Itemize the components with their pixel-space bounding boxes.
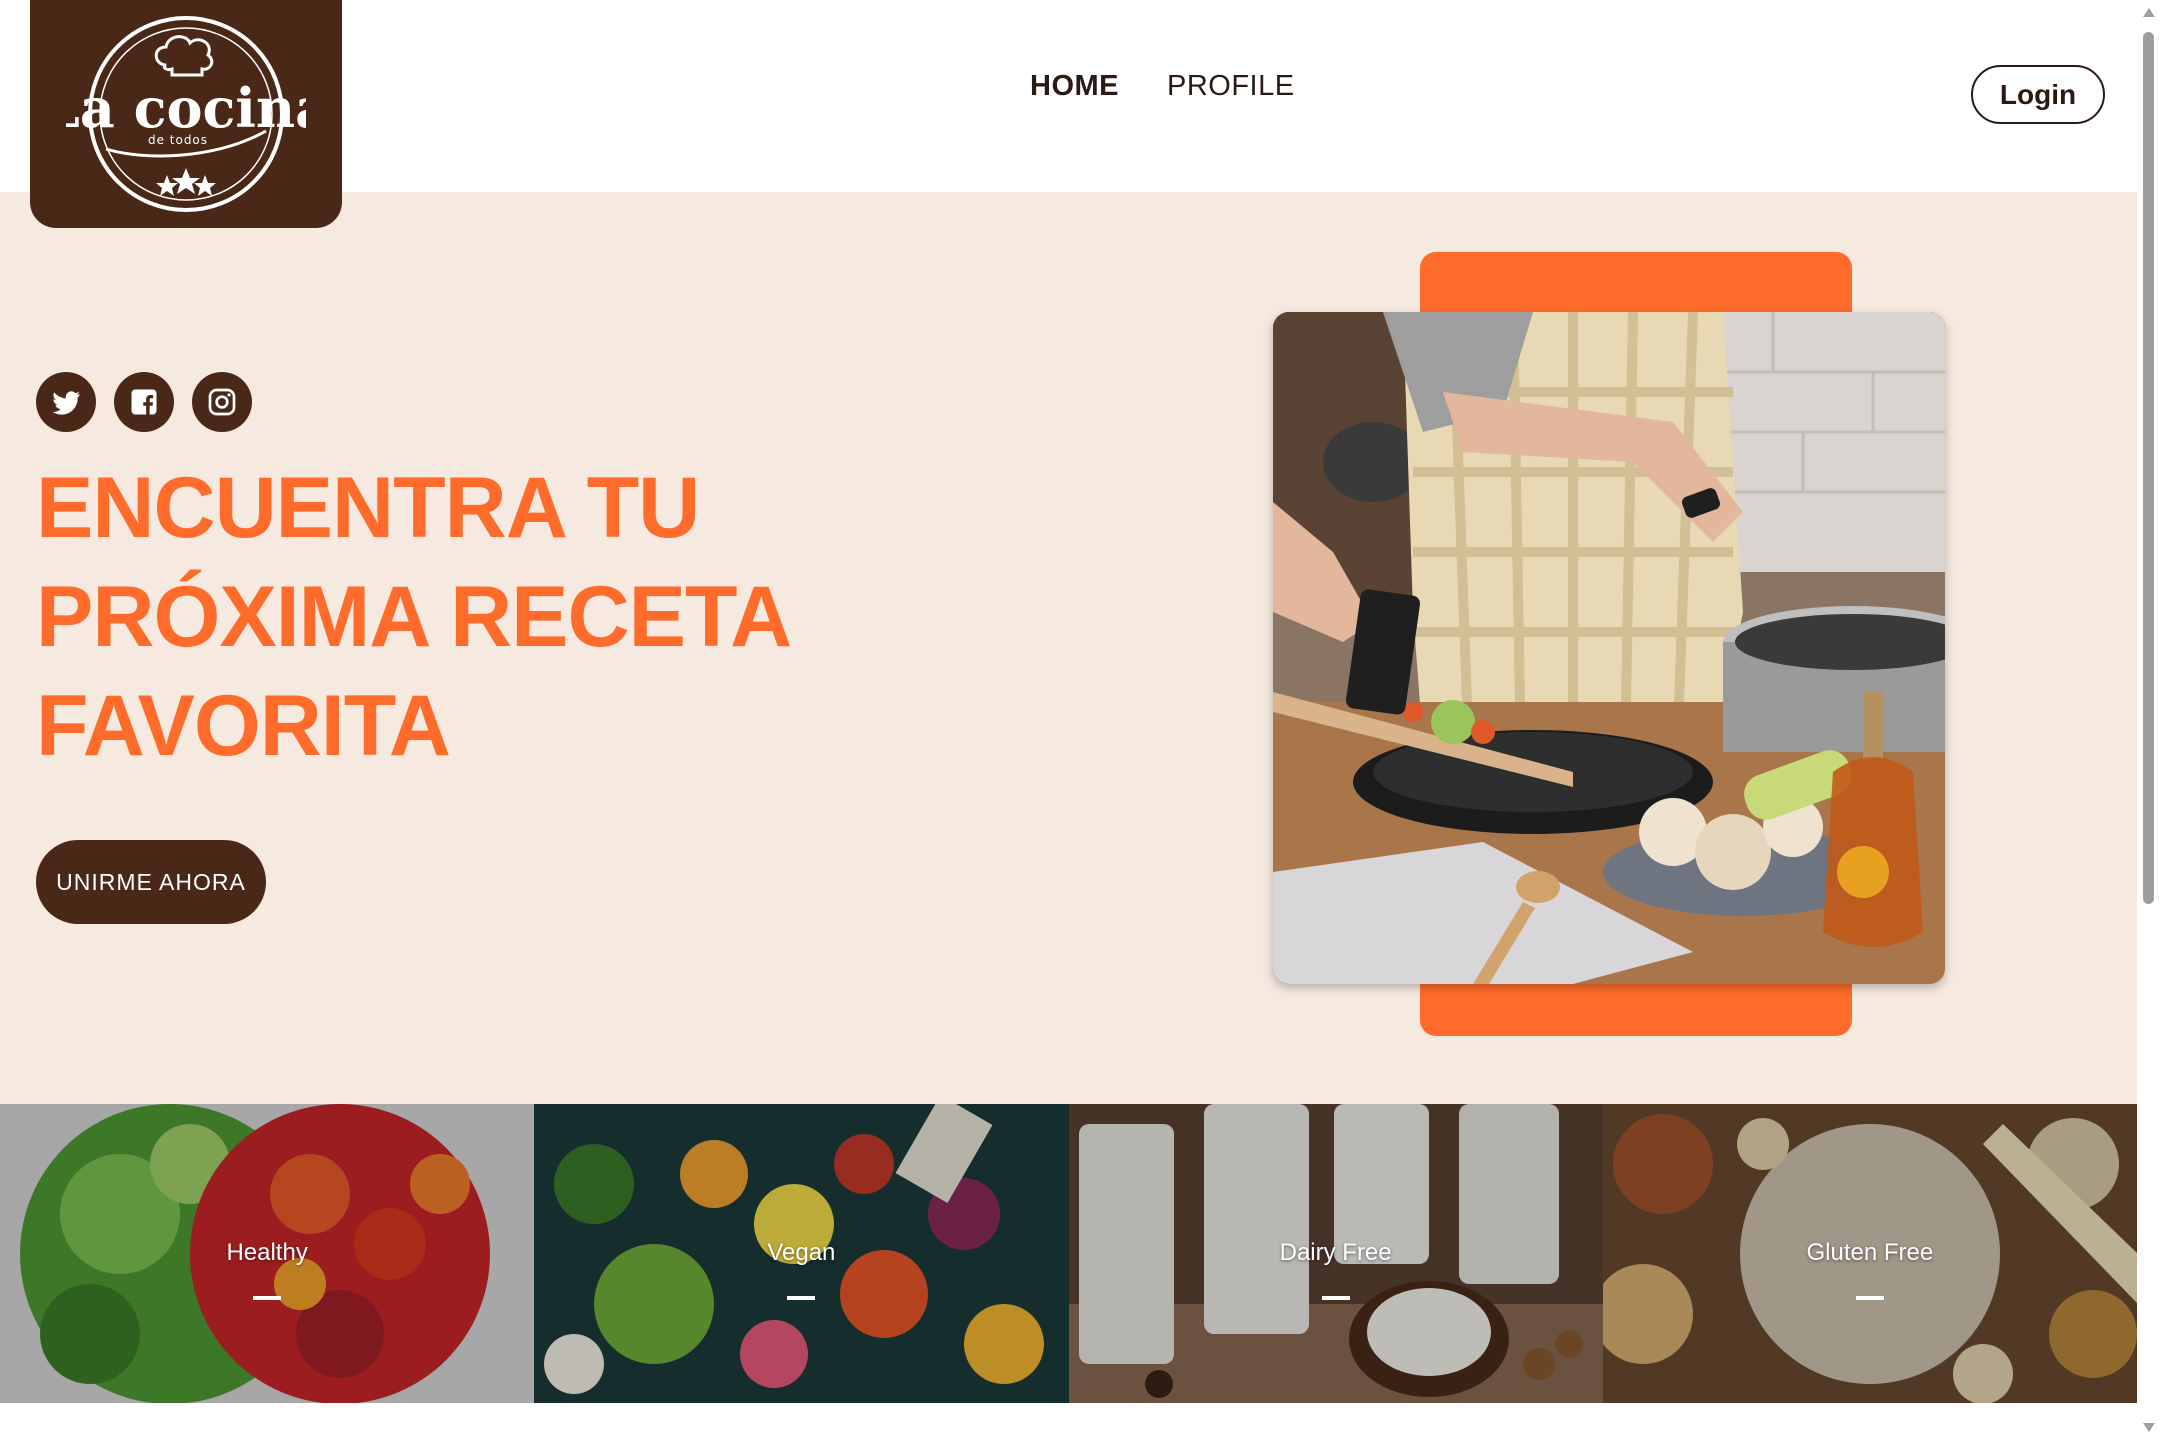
page-scrollbar[interactable] — [2137, 0, 2160, 1440]
category-underline — [1321, 1296, 1350, 1300]
category-underline — [253, 1296, 282, 1300]
facebook-icon — [131, 389, 157, 415]
hero-title-line: FAVORITA — [36, 678, 451, 774]
hero-section: ENCUENTRA TU PRÓXIMA RECETA FAVORITA UNI… — [0, 192, 2137, 1104]
category-label: Dairy Free — [1279, 1239, 1392, 1266]
category-underline — [1855, 1296, 1884, 1300]
site-header: La cocina de todos HOME PROFILE Login — [0, 0, 2137, 228]
category-tile-gluten-free[interactable]: Gluten Free — [1602, 1104, 2137, 1403]
category-underline — [787, 1296, 816, 1300]
social-links — [36, 372, 252, 432]
hero-cooking-image — [1273, 312, 1945, 984]
logo-subtitle-text: de todos — [148, 133, 208, 147]
category-label: Vegan — [767, 1239, 836, 1266]
main-nav: HOME PROFILE — [1030, 70, 1295, 103]
nav-profile-link[interactable]: PROFILE — [1167, 70, 1295, 103]
nav-home-link[interactable]: HOME — [1030, 70, 1119, 103]
twitter-icon — [52, 391, 80, 415]
category-strip: Healthy Vegan Dairy Free Gluten Free — [0, 1104, 2137, 1403]
hero-title: ENCUENTRA TU PRÓXIMA RECETA FAVORITA — [36, 454, 936, 781]
category-tile-dairy-free[interactable]: Dairy Free — [1068, 1104, 1603, 1403]
hero-title-line: ENCUENTRA TU — [36, 460, 700, 556]
scroll-down-arrow-icon[interactable] — [2143, 1423, 2155, 1432]
logo-title-text: La cocina — [66, 76, 306, 140]
join-now-button[interactable]: UNIRME AHORA — [36, 840, 266, 924]
category-tile-healthy[interactable]: Healthy — [0, 1104, 535, 1403]
brand-logo[interactable]: La cocina de todos — [30, 0, 342, 228]
login-button[interactable]: Login — [1971, 65, 2105, 124]
scrollbar-thumb[interactable] — [2143, 32, 2154, 904]
instagram-button[interactable] — [192, 372, 252, 432]
stars-icon — [156, 168, 216, 196]
category-tile-vegan[interactable]: Vegan — [534, 1104, 1069, 1403]
category-label: Healthy — [226, 1239, 308, 1266]
logo-emblem: La cocina de todos — [66, 16, 306, 212]
scroll-up-arrow-icon[interactable] — [2143, 8, 2155, 17]
instagram-icon — [208, 388, 236, 416]
chef-hat-icon — [154, 35, 214, 77]
facebook-button[interactable] — [114, 372, 174, 432]
category-label: Gluten Free — [1806, 1239, 1934, 1266]
hero-title-line: PRÓXIMA RECETA — [36, 569, 792, 665]
twitter-button[interactable] — [36, 372, 96, 432]
